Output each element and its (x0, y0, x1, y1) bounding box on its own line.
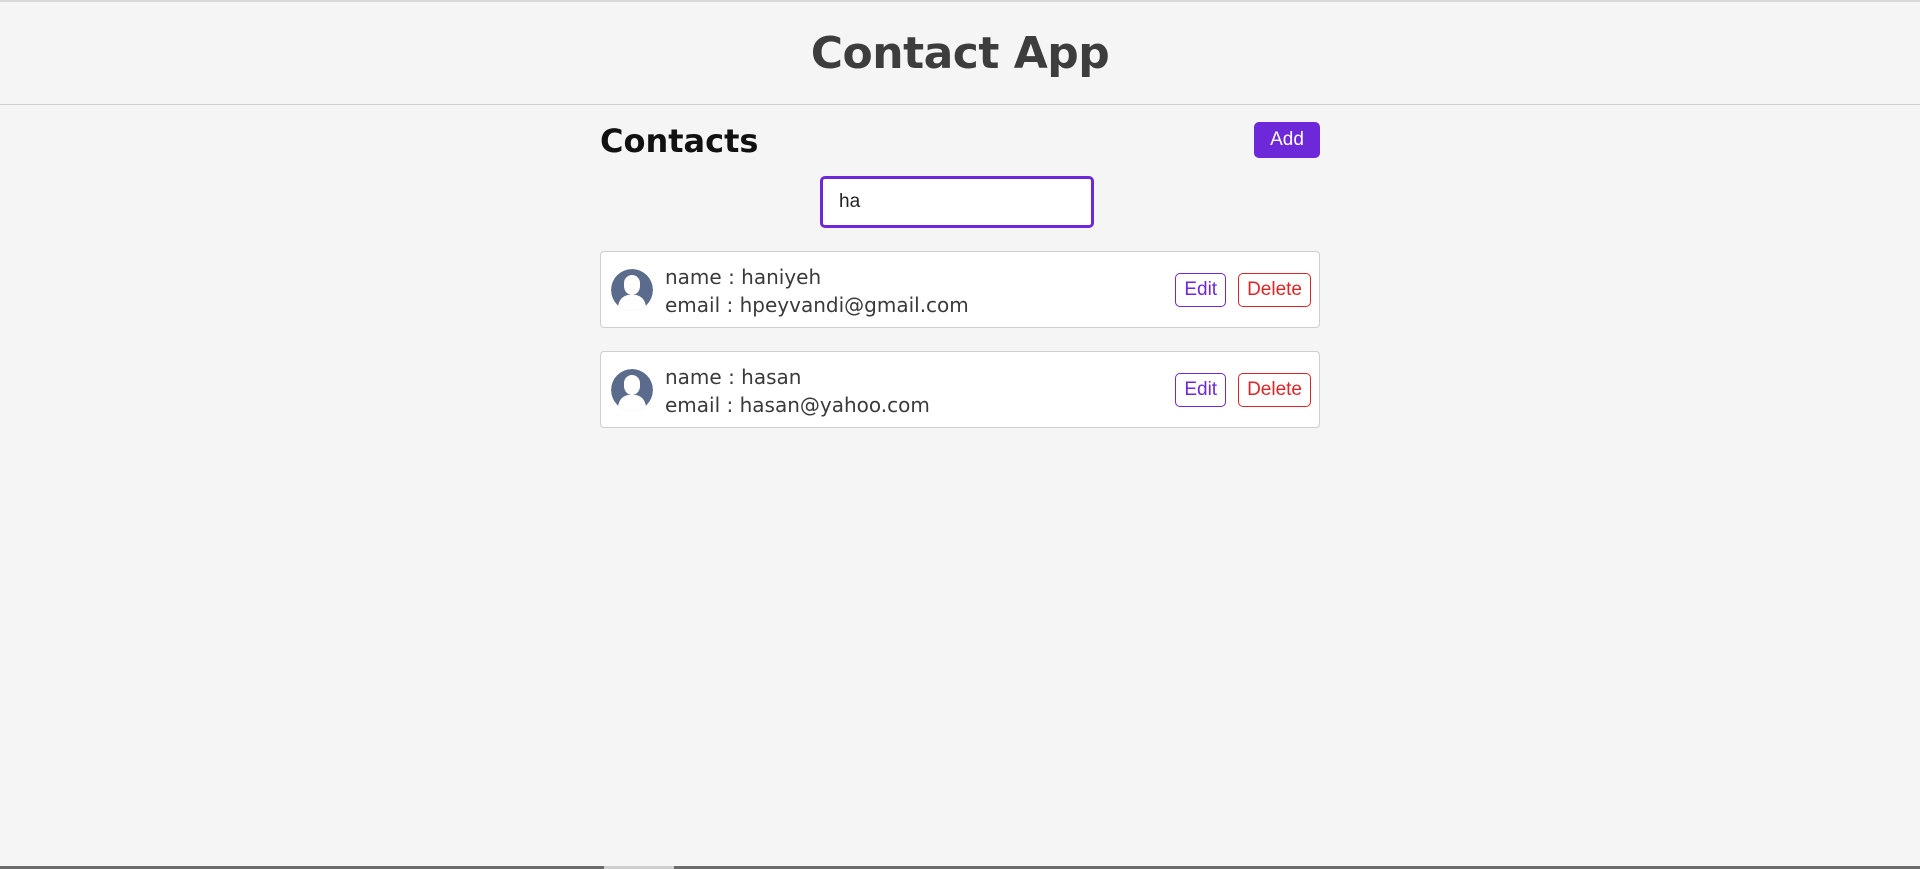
delete-button[interactable]: Delete (1238, 273, 1311, 307)
contact-email: email : hasan@yahoo.com (665, 393, 930, 417)
contact-info: name : hasan email : hasan@yahoo.com (665, 363, 930, 419)
search-input[interactable] (820, 176, 1094, 228)
contact-list: name : haniyeh email : hpeyvandi@gmail.c… (600, 251, 1320, 451)
search-wrapper (820, 176, 1094, 228)
app-title: Contact App (810, 27, 1110, 79)
contact-email: email : hpeyvandi@gmail.com (665, 293, 969, 317)
contact-card: name : haniyeh email : hpeyvandi@gmail.c… (600, 251, 1320, 328)
edit-button[interactable]: Edit (1175, 373, 1227, 407)
contacts-container: Contacts Add name : haniyeh email : hpey… (600, 120, 1320, 428)
contact-card: name : hasan email : hasan@yahoo.com Edi… (600, 351, 1320, 428)
app-header: Contact App (0, 2, 1920, 105)
contact-actions: Edit Delete (1175, 373, 1311, 407)
contact-name: name : haniyeh (665, 265, 822, 289)
user-avatar-icon (611, 369, 653, 411)
contact-name: name : hasan (665, 365, 802, 389)
user-avatar-icon (611, 269, 653, 311)
contact-actions: Edit Delete (1175, 273, 1311, 307)
edit-button[interactable]: Edit (1175, 273, 1227, 307)
delete-button[interactable]: Delete (1238, 373, 1311, 407)
contacts-title: Contacts (600, 122, 759, 160)
contact-info: name : haniyeh email : hpeyvandi@gmail.c… (665, 263, 969, 319)
add-contact-button[interactable]: Add (1254, 122, 1320, 158)
contacts-heading-row: Contacts Add (600, 120, 1320, 162)
